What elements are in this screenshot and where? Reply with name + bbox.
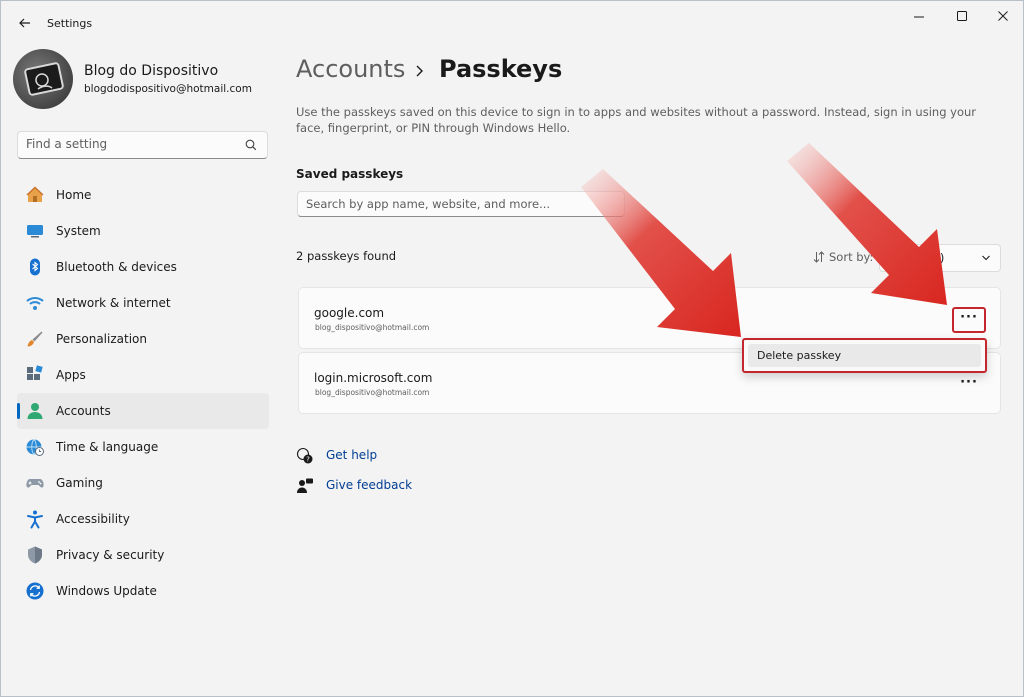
back-button[interactable] bbox=[15, 13, 35, 33]
passkey-context-menu: Delete passkey bbox=[742, 338, 987, 373]
accounts-icon bbox=[27, 403, 43, 419]
update-icon bbox=[26, 582, 44, 600]
sidebar-item-personalization[interactable]: Personalization bbox=[17, 321, 269, 357]
sidebar-item-time-language[interactable]: Time & language bbox=[17, 429, 269, 465]
passkey-count: 2 passkeys found bbox=[296, 249, 397, 263]
accessibility-icon bbox=[27, 510, 43, 529]
sidebar-item-system[interactable]: System bbox=[17, 213, 269, 249]
sidebar-item-accessibility[interactable]: Accessibility bbox=[17, 501, 269, 537]
sidebar-item-network[interactable]: Network & internet bbox=[17, 285, 269, 321]
avatar-device-icon bbox=[24, 62, 64, 96]
passkey-domain: login.microsoft.com bbox=[314, 371, 433, 385]
passkey-search[interactable] bbox=[297, 191, 625, 217]
maximize-icon bbox=[957, 11, 967, 21]
passkey-domain: google.com bbox=[314, 306, 385, 320]
brush-icon bbox=[27, 331, 43, 347]
close-button[interactable] bbox=[989, 9, 1017, 27]
give-feedback-link[interactable]: Give feedback bbox=[296, 474, 496, 504]
sidebar-item-bluetooth[interactable]: Bluetooth & devices bbox=[17, 249, 269, 285]
passkey-more-button[interactable]: ··· bbox=[952, 372, 986, 398]
bluetooth-icon bbox=[30, 258, 40, 276]
page-title: Passkeys bbox=[439, 55, 563, 83]
shield-icon bbox=[28, 546, 42, 564]
sidebar-nav: Home System Bluetooth & devices Network … bbox=[17, 177, 269, 609]
sidebar-item-windows-update[interactable]: Windows Update bbox=[17, 573, 269, 609]
close-icon bbox=[998, 11, 1008, 21]
sort-value: e (A to Z) bbox=[890, 251, 945, 265]
sort-icon bbox=[813, 251, 825, 263]
sort-dropdown[interactable]: e (A to Z) bbox=[879, 244, 1001, 272]
sidebar-item-privacy-security[interactable]: Privacy & security bbox=[17, 537, 269, 573]
profile-name: Blog do Dispositivo bbox=[84, 63, 219, 79]
system-icon bbox=[27, 225, 43, 238]
wifi-icon bbox=[26, 297, 44, 310]
find-setting-input[interactable] bbox=[26, 137, 236, 151]
help-links: ? Get help Give feedback bbox=[296, 444, 496, 504]
chevron-right-icon bbox=[416, 65, 423, 77]
title-bar: Settings bbox=[1, 1, 1023, 45]
breadcrumb-accounts-link[interactable]: Accounts bbox=[296, 55, 405, 83]
back-arrow-icon bbox=[19, 18, 30, 28]
search-icon[interactable] bbox=[245, 139, 257, 151]
maximize-button[interactable] bbox=[948, 9, 976, 27]
get-help-link[interactable]: ? Get help bbox=[296, 444, 496, 474]
avatar bbox=[13, 49, 73, 109]
settings-window: Settings Blog do Dispositivo blogdodispo… bbox=[0, 0, 1024, 697]
passkey-account: blog_dispositivo@hotmail.com bbox=[315, 388, 430, 397]
find-setting-search[interactable] bbox=[17, 131, 268, 159]
minimize-button[interactable] bbox=[905, 9, 933, 27]
passkey-account: blog_dispositivo@hotmail.com bbox=[315, 323, 430, 332]
profile-card[interactable]: Blog do Dispositivo blogdodispositivo@ho… bbox=[13, 49, 273, 111]
more-options-icon: ··· bbox=[960, 374, 978, 390]
passkey-search-input[interactable] bbox=[306, 197, 606, 211]
gamepad-icon bbox=[26, 479, 44, 488]
delete-passkey-menu-item[interactable]: Delete passkey bbox=[748, 344, 981, 367]
help-chat-icon: ? bbox=[296, 447, 313, 464]
page-description: Use the passkeys saved on this device to… bbox=[296, 105, 977, 135]
home-icon bbox=[26, 186, 44, 202]
saved-passkeys-heading: Saved passkeys bbox=[296, 167, 404, 181]
sidebar-item-gaming[interactable]: Gaming bbox=[17, 465, 269, 501]
sort-label: Sort by: bbox=[813, 250, 873, 264]
passkey-more-button[interactable]: ··· bbox=[952, 307, 986, 333]
apps-icon bbox=[27, 365, 43, 380]
feedback-icon bbox=[297, 478, 313, 493]
arrow-to-more-button bbox=[787, 143, 947, 305]
profile-email: blogdodispositivo@hotmail.com bbox=[84, 83, 252, 95]
globe-clock-icon bbox=[26, 439, 44, 456]
sidebar-item-accounts[interactable]: Accounts bbox=[17, 393, 269, 429]
chevron-down-icon bbox=[982, 255, 990, 261]
more-options-icon: ··· bbox=[960, 309, 978, 325]
sidebar-item-apps[interactable]: Apps bbox=[17, 357, 269, 393]
svg-text:?: ? bbox=[306, 456, 310, 464]
app-title: Settings bbox=[47, 17, 93, 30]
sidebar-item-home[interactable]: Home bbox=[17, 177, 269, 213]
minimize-icon bbox=[914, 16, 924, 18]
